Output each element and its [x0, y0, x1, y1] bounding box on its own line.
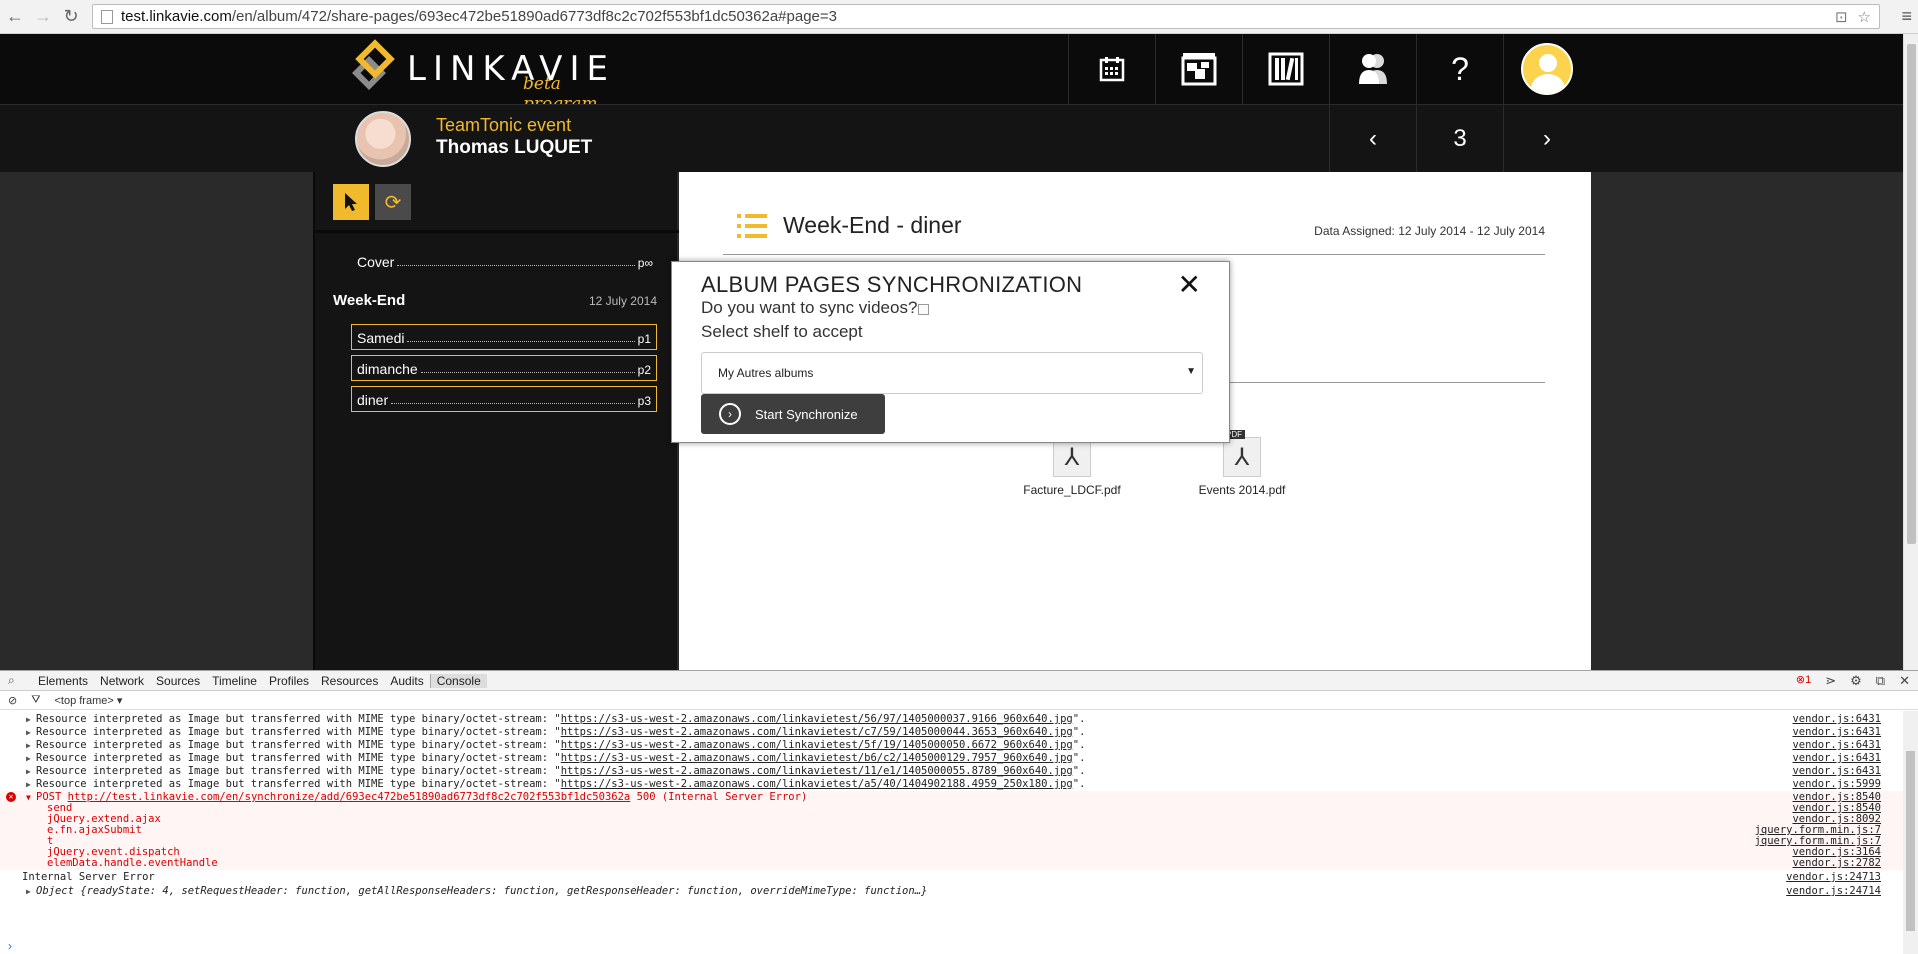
console-row: ▶ Resource interpreted as Image but trans…: [26, 713, 1881, 725]
prev-page-button[interactable]: ‹: [1329, 105, 1416, 173]
chevron-down-icon: ▼: [1186, 366, 1196, 377]
shelf-label: Select shelf to accept: [701, 322, 863, 341]
page-pager: ‹ 3 ›: [1329, 105, 1590, 173]
console-row: ▶ Resource interpreted as Image but trans…: [26, 726, 1881, 738]
list-icon: [737, 214, 767, 238]
gear-icon[interactable]: ⚙: [1850, 673, 1862, 689]
album-lock-icon[interactable]: [1155, 34, 1242, 104]
event-avatar: [355, 111, 411, 167]
logo-mark-icon: [352, 39, 397, 95]
title-divider: [723, 254, 1545, 255]
tab-resources[interactable]: Resources: [315, 674, 384, 688]
page-icon: [101, 9, 113, 24]
translate-icon[interactable]: ⊡: [1835, 8, 1848, 26]
forward-icon[interactable]: →: [30, 4, 56, 30]
arrow-right-icon: ›: [719, 403, 741, 425]
help-icon[interactable]: ?: [1416, 34, 1503, 104]
toc-section-weekend[interactable]: Week-End 12 July 2014: [333, 292, 657, 309]
inspect-search-icon[interactable]: ⌕: [8, 673, 22, 688]
next-page-button[interactable]: ›: [1503, 105, 1590, 173]
sync-tool-button[interactable]: ⟳: [375, 184, 411, 220]
console-prompt[interactable]: ›: [8, 939, 12, 953]
devtools-tabs: ⌕ Elements Network Sources Timeline Prof…: [0, 671, 1918, 691]
console-row: ▶ Resource interpreted as Image but trans…: [26, 778, 1881, 790]
event-title: TeamTonic event: [436, 115, 572, 135]
pointer-tool-button[interactable]: [333, 184, 369, 220]
page-scrollbar[interactable]: [1903, 34, 1918, 670]
tab-profiles[interactable]: Profiles: [263, 674, 315, 688]
user-avatar[interactable]: [1503, 34, 1590, 104]
tab-console[interactable]: Console: [429, 673, 487, 688]
tab-timeline[interactable]: Timeline: [206, 674, 263, 688]
frame-select[interactable]: <top frame> ▾: [54, 694, 122, 707]
address-bar[interactable]: test.linkavie.com/en/album/472/share-pag…: [92, 4, 1880, 29]
console-log-row: Internal Server Error vendor.js:24713: [22, 871, 1881, 883]
url-text: test.linkavie.com/en/album/472/share-pag…: [121, 8, 837, 25]
album-toc-panel: ⟳ Cover p∞ Week-End 12 July 2014 Samedi p1…: [313, 172, 679, 670]
top-navigation: LINKAVIE beta program ?: [0, 34, 1903, 114]
user-avatar-icon: [1521, 43, 1573, 95]
sync-videos-row: Do you want to sync videos?: [701, 298, 930, 318]
console-row: ▶ Resource interpreted as Image but trans…: [26, 739, 1881, 751]
drawer-icon[interactable]: ⋗: [1825, 673, 1836, 689]
panel-divider: [315, 230, 679, 233]
close-icon[interactable]: ✕: [1178, 268, 1201, 301]
sync-modal: ALBUM PAGES SYNCHRONIZATION ✕ Do you wan…: [671, 261, 1230, 443]
devtools-panel: ⌕ Elements Network Sources Timeline Prof…: [0, 670, 1918, 954]
toc-item-dimanche[interactable]: dimanche p2: [351, 355, 657, 381]
pdf-icon: PDF ⅄: [1223, 430, 1261, 477]
console-toolbar: ⊘ ⛛ <top frame> ▾: [0, 691, 1918, 710]
filter-icon[interactable]: ⛛: [31, 694, 40, 707]
toc-item-samedi[interactable]: Samedi p1: [351, 324, 657, 350]
browser-toolbar: ← → ↻ test.linkavie.com/en/album/472/sha…: [0, 0, 1918, 34]
page-title: Week-End - diner: [783, 212, 962, 238]
browser-menu-icon[interactable]: ≡: [1901, 6, 1912, 27]
clear-console-icon[interactable]: ⊘: [8, 694, 17, 707]
error-count-badge[interactable]: ⊗1: [1796, 673, 1811, 689]
stack-frame: elemData.handle.eventHandle vendor.js:278…: [0, 857, 1903, 870]
bookmark-star-icon[interactable]: ☆: [1858, 8, 1871, 26]
console-object-row[interactable]: ▶ Object {readyState: 4, setRequestHeader…: [0, 885, 1903, 898]
start-synchronize-button[interactable]: › Start Synchronize: [701, 394, 885, 434]
shelf-icon[interactable]: [1242, 34, 1329, 104]
file-facture-ldcf[interactable]: ⅄ Facture_LDCF.pdf: [997, 437, 1147, 497]
tab-sources[interactable]: Sources: [150, 674, 206, 688]
console-row: ▶ Resource interpreted as Image but trans…: [26, 765, 1881, 777]
back-icon[interactable]: ←: [2, 4, 28, 30]
reload-icon[interactable]: ↻: [58, 4, 84, 30]
sync-videos-checkbox[interactable]: [918, 304, 930, 315]
calendar-icon[interactable]: [1068, 34, 1155, 104]
close-devtools-icon[interactable]: ✕: [1899, 673, 1910, 689]
data-assigned-dates: Data Assigned: 12 July 2014 - 12 July 20…: [1314, 224, 1545, 238]
sync-icon: ⟳: [384, 191, 402, 214]
console-row: ▶ Resource interpreted as Image but trans…: [26, 752, 1881, 764]
toc-item-diner[interactable]: diner p3: [351, 386, 657, 412]
contacts-icon[interactable]: [1329, 34, 1416, 104]
console-output: ▶ Resource interpreted as Image but trans…: [0, 711, 1903, 954]
shelf-select[interactable]: My Autres albums ▼: [701, 352, 1203, 394]
file-events-2014[interactable]: PDF ⅄ Events 2014.pdf: [1167, 430, 1317, 497]
console-scrollbar[interactable]: [1903, 711, 1918, 954]
error-icon: ✕: [6, 792, 16, 802]
event-owner-name: Thomas LUQUET: [436, 137, 593, 158]
tab-elements[interactable]: Elements: [32, 674, 94, 688]
toc-item-cover[interactable]: Cover p∞: [357, 254, 653, 270]
pdf-icon: ⅄: [1053, 437, 1091, 477]
tab-network[interactable]: Network: [94, 674, 150, 688]
tab-audits[interactable]: Audits: [384, 674, 429, 688]
current-page-number: 3: [1416, 105, 1503, 173]
modal-title: ALBUM PAGES SYNCHRONIZATION: [701, 272, 1083, 297]
pointer-icon: [345, 193, 357, 211]
dock-icon[interactable]: ⧉: [1876, 673, 1885, 689]
linkavie-logo[interactable]: LINKAVIE beta program: [352, 34, 615, 114]
event-bar: TeamTonic event Thomas LUQUET ‹ 3 ›: [0, 104, 1903, 173]
